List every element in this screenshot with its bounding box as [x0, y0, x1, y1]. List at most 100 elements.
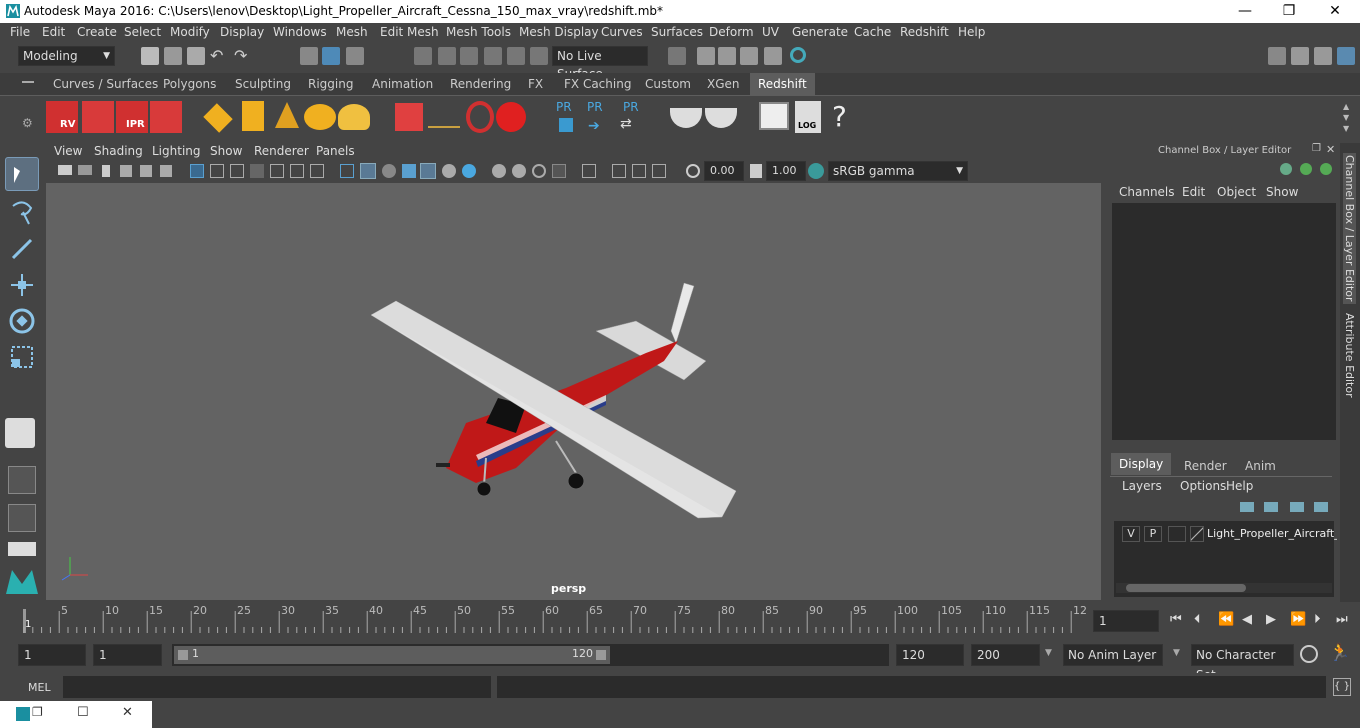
menu-mesh-tools[interactable]: Mesh Tools: [446, 25, 511, 39]
go-to-end-icon[interactable]: ⏭: [1336, 612, 1348, 627]
layer-playback-toggle[interactable]: P: [1144, 526, 1162, 542]
move-tool-icon[interactable]: [5, 268, 39, 302]
menu-mesh-display[interactable]: Mesh Display: [519, 25, 599, 39]
playback-end-field[interactable]: 120: [896, 644, 964, 666]
time-slider[interactable]: 1 5 10 15 20 25 30 35 40 45 50 55 60 65 70 75 80 85 90 95 1…: [18, 604, 1087, 635]
redshift-dome-light-icon[interactable]: [304, 104, 336, 130]
wireframe-on-shaded-icon[interactable]: [382, 164, 396, 178]
redshift-settings-icon[interactable]: [150, 101, 182, 133]
step-forward-key-icon[interactable]: ⏵: [1314, 612, 1321, 627]
side-tab-channel-box[interactable]: Channel Box / Layer Editor: [1343, 153, 1356, 304]
redshift-proxy-icon[interactable]: [395, 103, 423, 131]
scrollbar-thumb[interactable]: [1126, 584, 1246, 592]
move-layer-down-icon[interactable]: [1264, 502, 1278, 512]
object-toggle-icon[interactable]: [1320, 163, 1332, 175]
script-editor-icon[interactable]: [759, 102, 789, 130]
paint-select-tool-icon[interactable]: [5, 232, 39, 266]
cb-menu-channels[interactable]: Channels: [1119, 185, 1175, 199]
panel-menu-lighting[interactable]: Lighting: [152, 144, 201, 158]
ipr-render-icon[interactable]: [740, 47, 758, 65]
cb-menu-show[interactable]: Show: [1266, 185, 1298, 199]
perspective-viewport[interactable]: [46, 183, 1101, 600]
shelf-menu-icon[interactable]: [22, 81, 34, 83]
hypershade-icon[interactable]: [790, 47, 806, 63]
menu-create[interactable]: Create: [77, 25, 117, 39]
anim-layer-dropdown[interactable]: No Anim Layer: [1063, 644, 1163, 666]
backface-cull-icon[interactable]: [652, 164, 666, 178]
move-layer-up-icon[interactable]: [1240, 502, 1254, 512]
exposure-field[interactable]: 0.00: [704, 161, 744, 181]
redshift-rv-icon[interactable]: RV: [46, 101, 78, 133]
tab-anim[interactable]: Anim: [1237, 455, 1284, 477]
menu-curves[interactable]: Curves: [601, 25, 643, 39]
shadows-icon[interactable]: [442, 164, 456, 178]
script-editor-icon[interactable]: { }: [1333, 678, 1351, 696]
render-frame-icon[interactable]: [718, 47, 736, 65]
snap-grid-icon[interactable]: [414, 47, 432, 65]
panel-menu-renderer[interactable]: Renderer: [254, 144, 309, 158]
menu-redshift[interactable]: Redshift: [900, 25, 949, 39]
layout-grid-icon[interactable]: [8, 466, 36, 494]
live-surface-field[interactable]: No Live Surface: [552, 46, 648, 81]
menu-windows[interactable]: Windows: [273, 25, 327, 39]
wireframe-icon[interactable]: [340, 164, 354, 178]
redo-icon[interactable]: ↷: [234, 46, 247, 65]
snap-point-icon[interactable]: [460, 47, 478, 65]
step-back-frame-icon[interactable]: ⏪: [1218, 612, 1234, 627]
layer-type-toggle[interactable]: [1168, 526, 1186, 542]
range-slider-bar[interactable]: 1 120: [174, 646, 610, 664]
smooth-shade-icon[interactable]: [360, 163, 376, 179]
layer-horizontal-scrollbar[interactable]: [1116, 583, 1332, 593]
tab-fx-caching[interactable]: FX Caching: [556, 73, 639, 95]
tab-xgen[interactable]: XGen: [699, 73, 748, 95]
menu-deform[interactable]: Deform: [709, 25, 754, 39]
menu-cache[interactable]: Cache: [854, 25, 891, 39]
tab-polygons[interactable]: Polygons: [155, 73, 224, 95]
panel-menu-show[interactable]: Show: [210, 144, 242, 158]
attribute-toggle-icon[interactable]: [1314, 47, 1332, 65]
safe-action-icon[interactable]: [290, 164, 304, 178]
ambient-occlusion-icon[interactable]: [462, 164, 476, 178]
character-set-dropdown[interactable]: No Character Set: [1191, 644, 1294, 682]
color-management-icon[interactable]: [808, 163, 824, 179]
tab-custom[interactable]: Custom: [637, 73, 699, 95]
resolution-gate-icon[interactable]: [230, 164, 244, 178]
help-icon[interactable]: ?: [832, 100, 847, 133]
textured-icon[interactable]: [402, 164, 416, 178]
menu-edit-mesh[interactable]: Edit Mesh: [380, 25, 439, 39]
cb-menu-object[interactable]: Object: [1217, 185, 1256, 199]
tab-display[interactable]: Display: [1111, 453, 1172, 475]
tab-curves-surfaces[interactable]: Curves / Surfaces: [45, 73, 166, 95]
open-scene-icon[interactable]: [164, 47, 182, 65]
tab-redshift[interactable]: Redshift: [750, 73, 815, 95]
current-frame-field[interactable]: 1: [1093, 610, 1159, 632]
tab-sculpting[interactable]: Sculpting: [227, 73, 299, 95]
close-panel-icon[interactable]: ✕: [1326, 143, 1335, 156]
layer-menu-options[interactable]: Options: [1180, 479, 1226, 493]
snap-live-icon[interactable]: [530, 47, 548, 65]
camera-icon[interactable]: [58, 165, 72, 175]
rotate-tool-icon[interactable]: [5, 304, 39, 338]
menu-help[interactable]: Help: [958, 25, 985, 39]
select-hierarchy-icon[interactable]: [300, 47, 318, 65]
shelf-scroll-arrows-icon[interactable]: ▲ ▼ ▼: [1343, 101, 1349, 134]
lights-icon[interactable]: [420, 163, 436, 179]
tab-rendering[interactable]: Rendering: [442, 73, 519, 95]
menu-display[interactable]: Display: [220, 25, 264, 39]
range-slider[interactable]: 1 120: [172, 644, 889, 666]
menu-edit[interactable]: Edit: [42, 25, 65, 39]
menu-file[interactable]: File: [10, 25, 30, 39]
snap-projected-icon[interactable]: [484, 47, 502, 65]
gamma-icon[interactable]: [750, 164, 762, 178]
tab-rigging[interactable]: Rigging: [300, 73, 361, 95]
layer-menu-layers[interactable]: Layers: [1122, 479, 1162, 493]
undo-icon[interactable]: ↶: [210, 46, 223, 65]
redshift-render-icon[interactable]: [82, 101, 114, 133]
color-space-dropdown[interactable]: sRGB gamma ▼: [828, 161, 968, 181]
step-back-key-icon[interactable]: ⏴: [1194, 612, 1201, 627]
layer-toggle-icon[interactable]: [1300, 163, 1312, 175]
redshift-hair-icon[interactable]: [428, 118, 460, 128]
image-plane-icon[interactable]: [120, 165, 132, 177]
grid-toggle-icon[interactable]: [190, 164, 204, 178]
redshift-sun-icon[interactable]: [338, 104, 370, 130]
